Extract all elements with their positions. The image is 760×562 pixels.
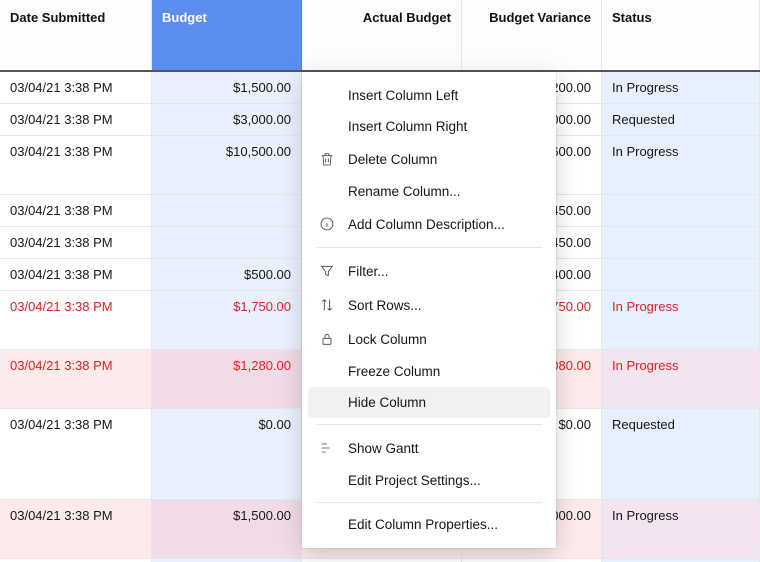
menu-separator [316, 247, 542, 248]
menu-show-gantt[interactable]: Show Gantt [302, 431, 556, 465]
menu-item-label: Edit Column Properties... [348, 517, 498, 532]
menu-item-label: Delete Column [348, 152, 437, 167]
menu-item-label: Insert Column Left [348, 88, 458, 103]
menu-hide-column[interactable]: Hide Column [308, 387, 550, 418]
cell-budget[interactable]: $1,500.00 [152, 72, 302, 103]
cell-date-submitted[interactable]: 03/04/21 3:38 PM [0, 259, 152, 290]
col-header-budget[interactable]: Budget [152, 0, 302, 70]
menu-separator [316, 424, 542, 425]
menu-sort-rows[interactable]: Sort Rows... [302, 288, 556, 322]
column-context-menu: Insert Column Left Insert Column Right D… [302, 72, 556, 548]
cell-status[interactable] [602, 227, 760, 258]
column-header-row: Date Submitted Budget Actual Budget Budg… [0, 0, 760, 72]
cell-date-submitted[interactable]: 03/04/21 3:38 PM [0, 291, 152, 349]
cell-date-submitted[interactable]: 03/04/21 3:38 PM [0, 72, 152, 103]
cell-budget[interactable]: $0.00 [152, 409, 302, 499]
cell-status[interactable]: In Progress [602, 500, 760, 558]
menu-add-column-description[interactable]: Add Column Description... [302, 207, 556, 241]
cell-budget[interactable]: $3,000.00 [152, 104, 302, 135]
cell-status[interactable] [602, 259, 760, 290]
cell-budget[interactable]: $1,280.00 [152, 350, 302, 408]
cell-date-submitted[interactable]: 03/04/21 3:38 PM [0, 500, 152, 558]
cell-status[interactable]: Requested [602, 104, 760, 135]
info-circle-icon [318, 215, 336, 233]
menu-item-label: Add Column Description... [348, 217, 505, 232]
cell-budget[interactable]: $10,500.00 [152, 136, 302, 194]
cell-date-submitted[interactable]: 03/04/21 3:38 PM [0, 195, 152, 226]
menu-separator [316, 502, 542, 503]
menu-item-label: Edit Project Settings... [348, 473, 481, 488]
col-header-status[interactable]: Status [602, 0, 760, 70]
sort-arrows-icon [318, 296, 336, 314]
cell-status[interactable]: Requested [602, 409, 760, 499]
lock-icon [318, 330, 336, 348]
menu-item-label: Freeze Column [348, 364, 440, 379]
cell-status[interactable]: In Progress [602, 291, 760, 349]
menu-filter[interactable]: Filter... [302, 254, 556, 288]
cell-date-submitted[interactable]: 03/04/21 3:38 PM [0, 136, 152, 194]
menu-insert-column-right[interactable]: Insert Column Right [302, 111, 556, 142]
filter-icon [318, 262, 336, 280]
col-header-actual-budget[interactable]: Actual Budget [302, 0, 462, 70]
menu-item-label: Sort Rows... [348, 298, 422, 313]
cell-budget[interactable]: $500.00 [152, 259, 302, 290]
menu-item-label: Filter... [348, 264, 389, 279]
cell-date-submitted[interactable]: 03/04/21 3:38 PM [0, 409, 152, 499]
menu-item-label: Hide Column [348, 395, 426, 410]
cell-date-submitted[interactable]: 03/04/21 3:38 PM [0, 227, 152, 258]
menu-edit-column-properties[interactable]: Edit Column Properties... [302, 509, 556, 540]
cell-date-submitted[interactable]: 03/04/21 3:38 PM [0, 350, 152, 408]
col-header-budget-variance[interactable]: Budget Variance [462, 0, 602, 70]
cell-status[interactable]: In Progress [602, 72, 760, 103]
cell-status[interactable] [602, 195, 760, 226]
cell-budget[interactable]: $1,500.00 [152, 500, 302, 558]
menu-item-label: Rename Column... [348, 184, 461, 199]
cell-budget[interactable] [152, 227, 302, 258]
cell-budget[interactable]: $1,750.00 [152, 291, 302, 349]
menu-item-label: Show Gantt [348, 441, 419, 456]
col-header-date-submitted[interactable]: Date Submitted [0, 0, 152, 70]
menu-item-label: Insert Column Right [348, 119, 467, 134]
menu-freeze-column[interactable]: Freeze Column [302, 356, 556, 387]
cell-status[interactable]: In Progress [602, 136, 760, 194]
menu-delete-column[interactable]: Delete Column [302, 142, 556, 176]
menu-edit-project-settings[interactable]: Edit Project Settings... [302, 465, 556, 496]
gantt-icon [318, 439, 336, 457]
cell-budget[interactable] [152, 195, 302, 226]
menu-rename-column[interactable]: Rename Column... [302, 176, 556, 207]
cell-status[interactable]: In Progress [602, 350, 760, 408]
trash-icon [318, 150, 336, 168]
menu-insert-column-left[interactable]: Insert Column Left [302, 80, 556, 111]
menu-lock-column[interactable]: Lock Column [302, 322, 556, 356]
menu-item-label: Lock Column [348, 332, 427, 347]
cell-date-submitted[interactable]: 03/04/21 3:38 PM [0, 104, 152, 135]
